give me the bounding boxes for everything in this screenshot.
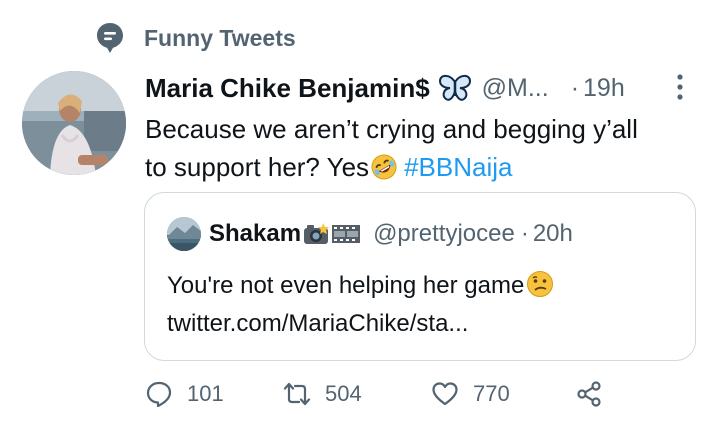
share-button[interactable]	[575, 380, 617, 408]
reply-button[interactable]: 101	[145, 380, 224, 408]
reply-count: 101	[187, 381, 224, 406]
tweet-header: Maria Chike Benjamin$ @M... · 19h	[145, 68, 705, 108]
topic-header[interactable]: Funny Tweets	[96, 22, 296, 54]
quote-link-text[interactable]: twitter.com/MariaChike/sta...	[167, 305, 554, 343]
quote-time: 20h	[532, 220, 573, 247]
quote-author-name: Shakam	[209, 220, 302, 247]
author-handle[interactable]: @M...	[482, 74, 549, 103]
quote-header: Shakam @prettyjocee · 20h	[167, 217, 573, 251]
reply-icon	[146, 381, 172, 408]
tweet-text: Because we aren’t crying and begging y’a…	[145, 110, 705, 186]
quote-avatar-image	[167, 217, 201, 251]
quote-text: You're not even helping her game twitter…	[167, 267, 554, 343]
more-icon[interactable]	[673, 72, 687, 102]
camera-flash-icon	[304, 223, 330, 244]
rofl-emoji-icon	[371, 154, 397, 180]
retweet-icon	[283, 382, 311, 406]
retweet-button[interactable]: 504	[283, 380, 362, 408]
confused-face-icon	[527, 271, 554, 297]
topic-icon	[97, 23, 123, 53]
hashtag-link[interactable]: #BBNaija	[404, 152, 512, 182]
retweet-count: 504	[325, 381, 362, 406]
quote-text-line-1-text: You're not even helping her game	[167, 272, 525, 299]
like-count: 770	[473, 381, 510, 406]
quote-separator-dot: ·	[520, 220, 529, 247]
separator-dot: ·	[570, 73, 580, 102]
tweet-time[interactable]: 19h	[583, 74, 625, 103]
avatar[interactable]	[22, 71, 126, 175]
quote-tweet-card[interactable]: Shakam @prettyjocee · 20h You're not eve…	[144, 192, 696, 361]
like-button[interactable]: 770	[431, 380, 510, 408]
author-name[interactable]: Maria Chike Benjamin$	[145, 73, 430, 104]
quote-author-handle: @prettyjocee	[373, 220, 515, 247]
heart-icon	[432, 382, 458, 406]
topic-label: Funny Tweets	[144, 24, 296, 51]
tweet-text-line-1: Because we aren’t crying and begging y’a…	[145, 114, 638, 144]
butterfly-icon	[438, 74, 471, 101]
film-frames-icon	[332, 225, 361, 243]
share-icon	[577, 381, 601, 407]
tweet-text-line-2: to support her? Yes #BBNaija	[145, 148, 705, 186]
quote-avatar	[167, 217, 201, 251]
tweet-actions: 101 504 770	[145, 380, 625, 420]
avatar-image	[22, 71, 126, 175]
tweet-text-line-2-prefix: to support her? Yes	[145, 152, 370, 182]
quote-text-line-1: You're not even helping her game	[167, 267, 554, 305]
